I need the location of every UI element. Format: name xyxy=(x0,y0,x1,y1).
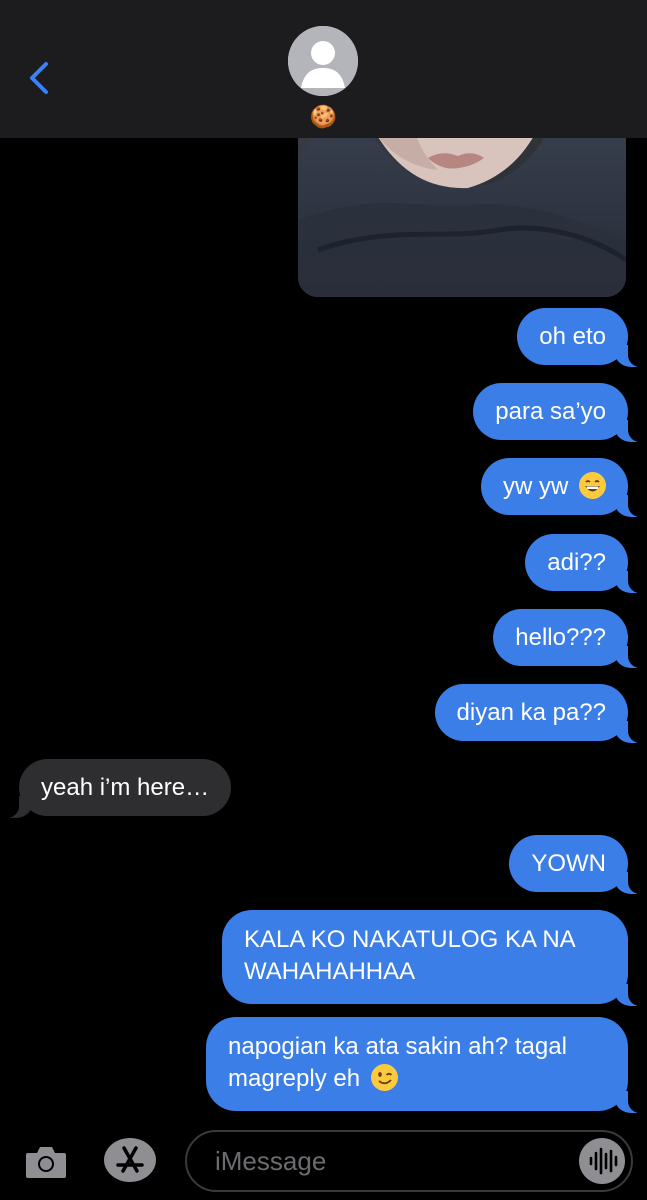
audio-message-button[interactable] xyxy=(579,1138,625,1184)
message-text: yw yw xyxy=(502,473,569,500)
contact-name[interactable]: 🍪 xyxy=(0,104,647,130)
message-bubble[interactable]: KALA KO NAKATULOG KA NA WAHAHAHHAA xyxy=(222,910,647,1006)
message-bubble[interactable]: diyan ka pa?? xyxy=(434,684,647,743)
grinning-face-emoji xyxy=(579,472,606,499)
chevron-left-icon xyxy=(30,62,48,94)
app-store-button[interactable] xyxy=(104,1138,156,1182)
message-bubble[interactable]: napogian ka ata sakin ah? tagal magreply… xyxy=(206,1017,647,1113)
conversation-header: 🍪 xyxy=(0,0,647,138)
camera-icon xyxy=(26,1147,66,1178)
imessage-placeholder: iMessage xyxy=(215,1146,327,1176)
message-text: KALA KO NAKATULOG KA NA WAHAHAHHAA xyxy=(244,926,575,985)
message-text: yeah i’m here… xyxy=(41,774,210,801)
back-button[interactable] xyxy=(24,58,54,98)
message-bubble[interactable]: YOWN xyxy=(509,835,647,894)
person-silhouette-icon xyxy=(288,26,358,96)
imessage-input[interactable]: iMessage xyxy=(185,1130,633,1192)
message-text: oh eto xyxy=(539,323,606,350)
message-bubble[interactable]: oh eto xyxy=(517,308,647,367)
winking-face-emoji xyxy=(370,1064,398,1091)
message-bubble-received[interactable]: yeah i’m here… xyxy=(0,759,232,818)
message-text: adi?? xyxy=(547,549,606,576)
camera-button[interactable] xyxy=(24,1142,68,1182)
contact-avatar[interactable] xyxy=(288,26,358,96)
message-bubble[interactable]: hello??? xyxy=(493,609,647,668)
waveform-icon xyxy=(589,1147,618,1175)
message-text: diyan ka pa?? xyxy=(456,699,606,726)
message-text: para sa’yo xyxy=(495,398,606,425)
message-bubble[interactable]: yw yw xyxy=(480,458,647,517)
message-bubble[interactable]: para sa’yo xyxy=(473,383,647,442)
app-store-icon xyxy=(116,1146,144,1173)
message-text: YOWN xyxy=(531,850,606,877)
message-text: hello??? xyxy=(515,624,606,651)
message-input-bar: iMessage xyxy=(0,1124,647,1200)
message-bubble[interactable]: adi?? xyxy=(525,534,647,593)
